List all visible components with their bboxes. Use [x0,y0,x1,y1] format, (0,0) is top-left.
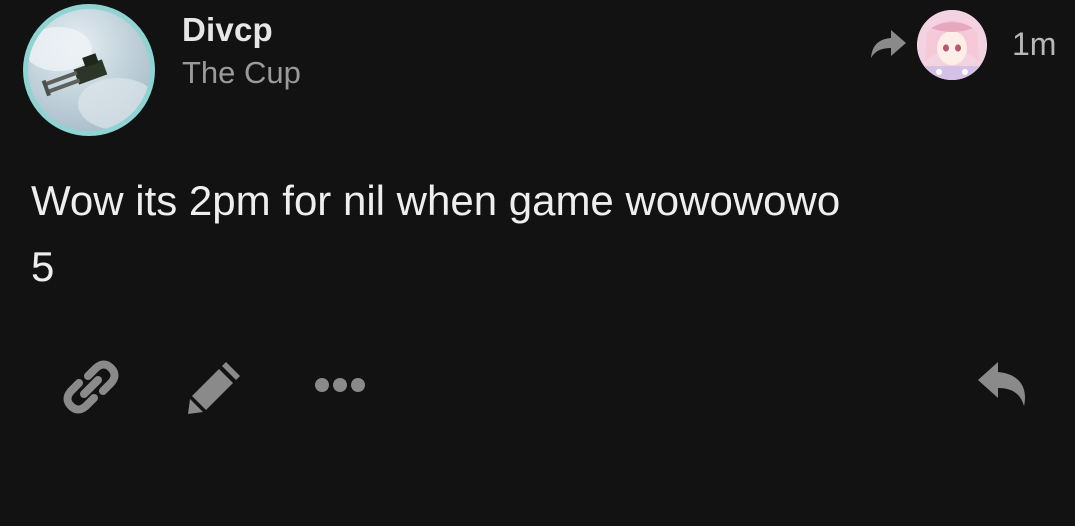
community-name[interactable]: The Cup [182,55,301,91]
post-time: 1m [1012,26,1057,62]
author-avatar[interactable] [23,4,155,136]
author-name[interactable]: Divcp [182,11,273,49]
link-icon[interactable] [62,358,120,416]
share-icon[interactable] [868,26,908,62]
avatar-image [28,27,150,130]
reply-icon[interactable] [974,358,1034,412]
viewer-avatar-image [917,10,987,80]
more-icon[interactable] [312,370,368,400]
post-body: Wow its 2pm for nil when game wowowowo 5 [31,177,841,290]
viewer-avatar[interactable] [917,10,987,80]
post-card: Divcp The Cup 1m Wow its 2pm for nil whe… [0,0,1075,526]
pencil-icon[interactable] [186,356,246,416]
